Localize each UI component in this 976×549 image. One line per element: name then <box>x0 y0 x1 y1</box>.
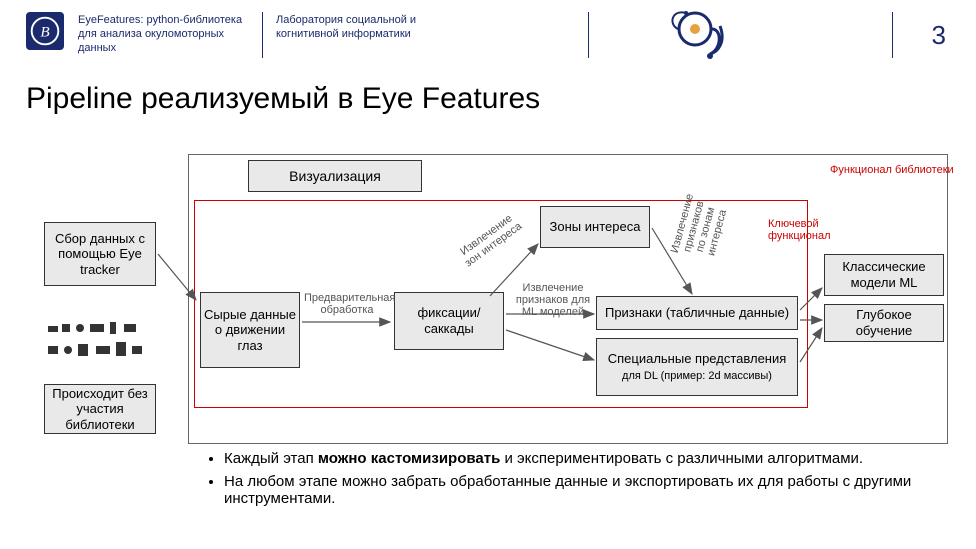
header-separator <box>892 12 893 58</box>
header-separator <box>262 12 263 58</box>
node-classic-ml: Классические модели ML <box>824 254 944 296</box>
node-visualization: Визуализация <box>248 160 422 192</box>
header-separator <box>588 12 589 58</box>
slide: В EyeFeatures: python-библиотека для ана… <box>0 0 976 549</box>
node-collect: Сбор данных с помощью Eye tracker <box>44 222 156 286</box>
header-lib-name: EyeFeatures: python-библиотека для анали… <box>78 14 248 55</box>
hse-logo: В <box>26 12 64 50</box>
bullet-item: На любом этапе можно забрать обработанны… <box>224 473 940 507</box>
node-outside-lib: Происходит без участия библиотеки <box>44 384 156 434</box>
node-deep-learning: Глубокое обучение <box>824 304 944 342</box>
legend-library: Функционал библиотеки <box>830 164 954 176</box>
bullet-item: Каждый этап можно кастомизировать и эксп… <box>224 450 940 467</box>
edge-features-ml: Извлечение признаков для ML моделей <box>508 282 598 318</box>
bullet-list: Каждый этап можно кастомизировать и эксп… <box>200 450 940 513</box>
slide-title: Pipeline реализуемый в Eye Features <box>26 82 540 116</box>
slide-header: В EyeFeatures: python-библиотека для ана… <box>0 8 976 68</box>
hardware-icons <box>44 320 156 368</box>
header-lab-name: Лаборатория социальной и когнитивной инф… <box>276 14 452 42</box>
edge-preprocessing: Предварительная обработка <box>304 292 390 316</box>
svg-text:В: В <box>40 24 49 41</box>
page-number: 3 <box>932 20 946 51</box>
eye-logo <box>660 4 730 64</box>
